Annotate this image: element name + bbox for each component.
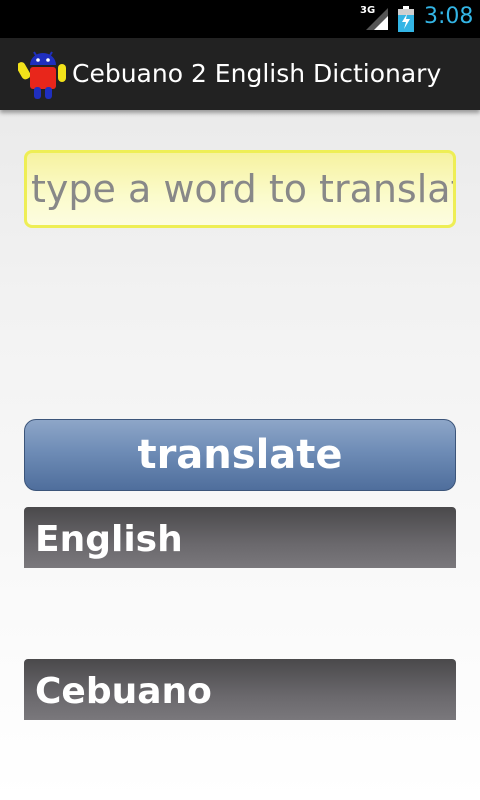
android-robot-icon[interactable]	[18, 48, 68, 100]
clock: 3:08	[424, 4, 474, 29]
app-title: Cebuano 2 English Dictionary	[72, 59, 442, 88]
english-result	[24, 570, 456, 656]
translate-button[interactable]: translate	[24, 419, 456, 491]
cebuano-result	[24, 722, 456, 792]
signal-strength-icon	[366, 8, 388, 30]
word-input[interactable]	[24, 150, 456, 228]
action-bar: Cebuano 2 English Dictionary	[0, 38, 480, 110]
cebuano-section-header: Cebuano	[24, 659, 456, 720]
battery-charging-icon	[398, 6, 414, 32]
status-bar: 3G 3:08	[0, 0, 480, 38]
english-section-header: English	[24, 507, 456, 568]
